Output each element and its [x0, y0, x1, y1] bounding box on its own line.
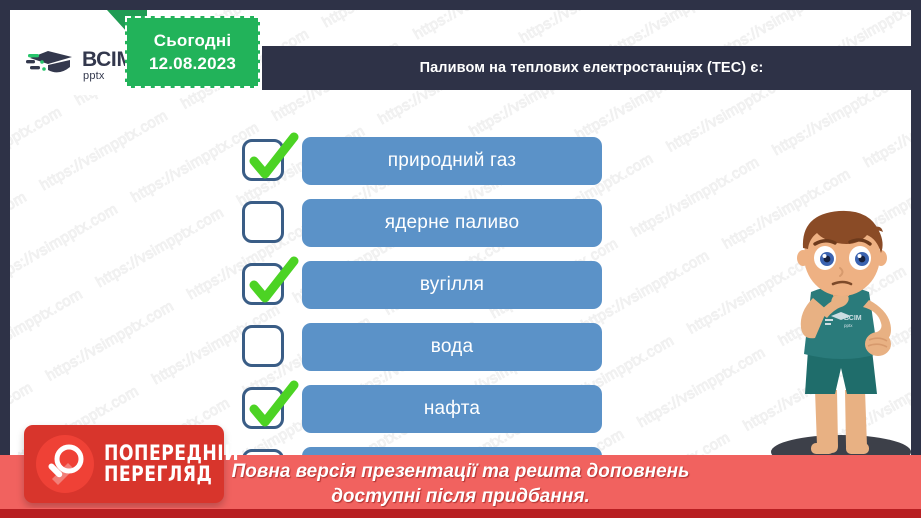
option-checkbox[interactable]	[242, 201, 286, 245]
checkmark-icon	[249, 380, 299, 427]
option-label: природний газ	[387, 150, 517, 171]
question-header-bar: Паливом на теплових електростанціях (ТЕС…	[262, 46, 911, 90]
banner-bottom-strip	[0, 509, 921, 518]
checkmark-icon	[249, 256, 299, 303]
option-checkbox[interactable]	[242, 132, 299, 183]
today-date: 12.08.2023	[148, 53, 237, 73]
today-label: Сьогодні	[153, 30, 232, 50]
preview-badge: ПОПЕРЕДНІЙ ПЕРЕГЛЯД	[24, 425, 239, 503]
quiz-option-row[interactable]: вода	[242, 316, 602, 378]
option-button[interactable]: вугілля	[302, 261, 602, 309]
checkmark-icon	[249, 132, 299, 179]
preview-label-line2: ПЕРЕГЛЯД	[104, 462, 213, 486]
svg-text:ВСІМ: ВСІМ	[844, 315, 862, 322]
slide-canvas: https://vsimpptx.com https://vsimpptx.co…	[10, 10, 911, 508]
option-button[interactable]: ядерне паливо	[302, 199, 602, 247]
quiz-options-list: природний газ ядерне паливо вугілля вода наф…	[242, 130, 602, 502]
quiz-option-row[interactable]: ядерне паливо	[242, 192, 602, 254]
option-label: вода	[430, 336, 474, 357]
quiz-option-row[interactable]: нафта	[242, 378, 602, 440]
option-checkbox[interactable]	[242, 325, 286, 369]
option-label: вугілля	[419, 274, 485, 295]
checkbox-box[interactable]	[242, 201, 284, 243]
option-checkbox[interactable]	[242, 256, 299, 307]
option-button[interactable]: вода	[302, 323, 602, 371]
quiz-option-row[interactable]: вугілля	[242, 254, 602, 316]
today-date-badge: Сьогодні 12.08.2023	[125, 16, 260, 88]
graduation-cap-icon	[26, 51, 72, 73]
option-checkbox[interactable]	[242, 380, 299, 431]
option-button[interactable]: нафта	[302, 385, 602, 433]
option-label: нафта	[423, 398, 481, 419]
presentation-slide: https://vsimpptx.com https://vsimpptx.co…	[0, 0, 921, 518]
magnifier-icon	[36, 435, 94, 493]
quiz-option-row[interactable]: природний газ	[242, 130, 602, 192]
option-button[interactable]: природний газ	[302, 137, 602, 185]
banner-line1: Повна версія презентації та решта доповн…	[231, 461, 690, 482]
checkbox-box[interactable]	[242, 325, 284, 367]
thinking-boy-illustration: ВСІМ pptx	[745, 200, 911, 470]
option-label: ядерне паливо	[384, 212, 520, 233]
preview-label-line1: ПОПЕРЕДНІЙ	[104, 440, 240, 465]
question-text: Паливом на теплових електростанціях (ТЕС…	[419, 60, 764, 76]
svg-text:pptx: pptx	[844, 323, 853, 328]
